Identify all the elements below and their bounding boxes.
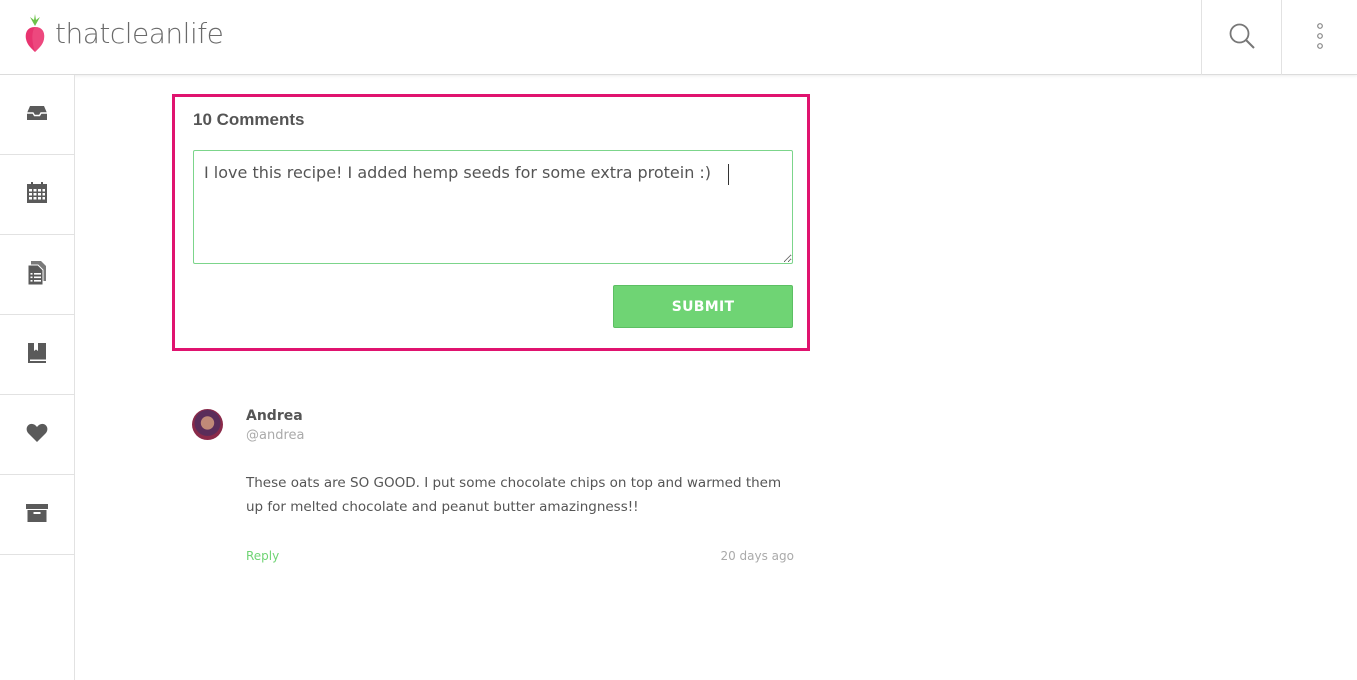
vertical-dots-icon bbox=[1316, 22, 1324, 54]
comments-count-heading: 10 Comments bbox=[193, 110, 305, 129]
sidebar-item-documents[interactable] bbox=[0, 235, 74, 315]
comment-timestamp: 20 days ago bbox=[720, 549, 794, 563]
sidebar-item-recipe-book[interactable] bbox=[0, 315, 74, 395]
radish-logo-icon bbox=[24, 13, 46, 53]
inbox-icon bbox=[26, 104, 48, 126]
comment-item: Andrea @andrea These oats are SO GOOD. I… bbox=[192, 405, 794, 575]
brand-logo[interactable]: thatcleanlife bbox=[24, 13, 224, 53]
avatar[interactable] bbox=[192, 409, 223, 440]
heart-icon bbox=[26, 423, 48, 447]
sidebar-item-calendar[interactable] bbox=[0, 155, 74, 235]
sidebar-item-favorites[interactable] bbox=[0, 395, 74, 475]
search-icon bbox=[1228, 22, 1256, 54]
top-header: thatcleanlife bbox=[0, 0, 1357, 75]
sidebar-item-inbox[interactable] bbox=[0, 75, 74, 155]
comment-form-panel: 10 Comments I love this recipe! I added … bbox=[172, 94, 810, 351]
archive-box-icon bbox=[26, 503, 48, 527]
sidebar-item-archive[interactable] bbox=[0, 475, 74, 555]
search-button[interactable] bbox=[1201, 0, 1281, 75]
comment-author[interactable]: Andrea bbox=[246, 408, 303, 424]
sidebar-nav bbox=[0, 75, 75, 680]
comment-body: These oats are SO GOOD. I put some choco… bbox=[246, 475, 782, 515]
calendar-icon bbox=[26, 181, 48, 208]
reply-link[interactable]: Reply bbox=[246, 549, 279, 563]
more-options-button[interactable] bbox=[1281, 0, 1357, 75]
comment-author-handle[interactable]: @andrea bbox=[246, 428, 304, 443]
text-caret bbox=[728, 164, 729, 185]
document-list-icon bbox=[26, 260, 48, 289]
comment-input[interactable]: I love this recipe! I added hemp seeds f… bbox=[193, 150, 793, 264]
book-icon bbox=[27, 342, 47, 368]
brand-name: thatcleanlife bbox=[55, 16, 224, 50]
submit-button[interactable]: SUBMIT bbox=[613, 285, 793, 328]
